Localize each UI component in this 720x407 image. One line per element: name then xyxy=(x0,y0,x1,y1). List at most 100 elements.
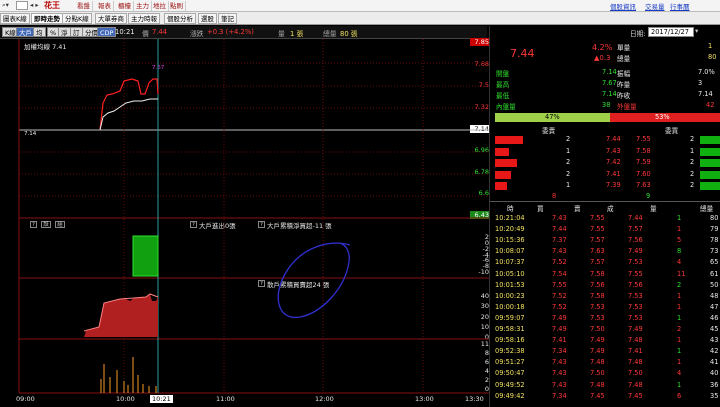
tick-time: 09:51:27 xyxy=(495,358,525,367)
tick-total: 48 xyxy=(710,291,719,300)
bid-price: 7.41 xyxy=(606,169,621,178)
search-icon[interactable]: ⌕▾ xyxy=(2,1,9,10)
calendar-icon[interactable]: ▾ xyxy=(695,27,698,35)
tick-header: 成 xyxy=(607,205,614,213)
tick-time: 09:52:38 xyxy=(495,347,525,356)
divider xyxy=(490,201,720,202)
outer-ratio-bar: 53% xyxy=(610,113,720,122)
ask-sum: 9 xyxy=(646,192,651,200)
tick-header: 量 xyxy=(650,205,657,213)
menu-item[interactable]: 櫃檯 xyxy=(116,1,134,11)
bid-price: 7.44 xyxy=(606,135,621,143)
toolbar-button[interactable]: 訂 xyxy=(70,27,83,37)
annotation-circle xyxy=(277,242,351,318)
tick-vol: 1 xyxy=(677,225,682,234)
big-price: 7.44 xyxy=(510,47,535,60)
ask-qty: 2 xyxy=(690,169,695,178)
menu-item[interactable]: 報表 xyxy=(96,1,114,11)
vol-label: 量 xyxy=(278,30,285,38)
tick-ask: 7.57 xyxy=(590,236,605,245)
tick-bid: 7.37 xyxy=(552,236,567,245)
stock-name: 花王 xyxy=(44,1,60,10)
tick-time: 09:49:42 xyxy=(495,391,525,400)
change-value: +0.3 (+4.2%) xyxy=(207,28,254,36)
tick-bid: 7.52 xyxy=(552,291,567,300)
tick-vol: 6 xyxy=(677,391,682,400)
tick-time: 10:07:37 xyxy=(495,258,525,267)
total-vol-label: 總量 xyxy=(617,55,631,63)
tick-ask: 7.56 xyxy=(590,280,605,289)
toolbar-button[interactable]: 均 xyxy=(33,27,46,37)
tick-bid: 7.34 xyxy=(552,391,567,400)
stock-code-input[interactable] xyxy=(16,1,28,10)
tick-price: 7.53 xyxy=(628,291,643,300)
ask-price: 7.60 xyxy=(636,169,651,178)
tick-ask: 7.53 xyxy=(590,302,605,311)
tick-price: 7.50 xyxy=(628,369,643,378)
inner-vol-label: 內盤量 xyxy=(496,103,516,111)
tick-ask: 7.49 xyxy=(590,336,605,345)
menu-item[interactable]: 主力 xyxy=(134,1,152,11)
tick-time: 10:00:18 xyxy=(495,302,525,311)
tab-0[interactable]: 圖表K線 xyxy=(0,13,30,24)
tick-total: 80 xyxy=(710,214,719,222)
tick-time: 09:50:47 xyxy=(495,369,525,378)
inner-vol: 38 xyxy=(602,101,611,109)
tick-total: 65 xyxy=(710,258,719,267)
total-vol: 80 xyxy=(708,53,717,61)
tick-vol: 1 xyxy=(677,214,682,222)
ask-header: 委買 xyxy=(665,127,679,135)
tick-ask: 7.63 xyxy=(590,247,605,256)
stat-value: 7.14 xyxy=(698,90,713,98)
inner-ratio-bar: 47% xyxy=(495,113,610,122)
bid-price: 7.39 xyxy=(606,181,621,189)
link-stock-info[interactable]: 個股資訊 xyxy=(610,1,636,11)
tab-7[interactable]: 筆記 xyxy=(218,13,237,24)
menu-item[interactable]: 地拉 xyxy=(151,1,169,11)
link-volume[interactable]: 交易量 xyxy=(645,1,665,11)
price-value: 7.44 xyxy=(152,28,168,36)
tick-header: 時 xyxy=(507,205,514,213)
tick-bid: 7.54 xyxy=(552,269,567,278)
tick-time: 09:58:16 xyxy=(495,336,525,345)
toolbar-button[interactable]: CDP xyxy=(97,27,117,37)
tick-total: 47 xyxy=(710,302,719,311)
nav-arrows-icon[interactable]: ◂ ▸ xyxy=(30,1,39,9)
vol-value: 1 張 xyxy=(290,30,304,38)
tick-ask: 7.55 xyxy=(590,225,605,234)
tick-price: 7.53 xyxy=(628,258,643,267)
tab-5[interactable]: 個股分析 xyxy=(164,13,196,24)
tick-total: 43 xyxy=(710,336,719,345)
menu-item[interactable]: 看盤 xyxy=(75,1,93,11)
stat-label: 昨收 xyxy=(617,92,631,100)
link-calendar[interactable]: 行事曆 xyxy=(670,1,690,11)
quote-panel: 日期: 2017/12/27 ▾ 7.44 4.2% ▲0.3 單量 總量 1 … xyxy=(489,26,720,407)
tick-header: 買 xyxy=(537,205,544,213)
tick-ask: 7.50 xyxy=(590,325,605,333)
tick-total: 45 xyxy=(710,325,719,333)
tick-bid: 7.43 xyxy=(552,247,567,256)
tick-price: 7.48 xyxy=(628,358,643,367)
tick-price: 7.56 xyxy=(628,236,643,245)
ask-price: 7.58 xyxy=(636,146,651,155)
intraday-chart[interactable]: 7.85 7.68 7.5 7.32 7.14 6.96 6.78 6.6 6.43 2 0 -2 -4… xyxy=(0,38,489,407)
tick-price: 7.45 xyxy=(628,391,643,400)
menu-item[interactable]: 點刷 xyxy=(168,1,186,11)
tick-ask: 7.48 xyxy=(590,358,605,367)
tick-vol: 4 xyxy=(677,369,682,378)
tick-bid: 7.44 xyxy=(552,225,567,234)
toolbar-button[interactable]: 淨 xyxy=(58,27,71,37)
tick-total: 36 xyxy=(710,380,719,389)
tab-3[interactable]: 大單券商 xyxy=(95,13,127,24)
tick-header: 總量 xyxy=(700,205,714,213)
tab-4[interactable]: 主力時報 xyxy=(128,13,160,24)
tick-bid: 7.41 xyxy=(552,336,567,345)
tab-2[interactable]: 分點K線 xyxy=(62,13,92,24)
unit-vol-label: 單量 xyxy=(617,44,631,52)
change-pct: 4.2% xyxy=(592,43,613,52)
tick-vol: 1 xyxy=(677,302,682,311)
tab-6[interactable]: 選股 xyxy=(198,13,217,24)
date-input[interactable]: 2017/12/27 xyxy=(648,27,694,37)
tab-1[interactable]: 即時走勢 xyxy=(31,13,63,24)
bid-qty: 1 xyxy=(566,181,571,189)
